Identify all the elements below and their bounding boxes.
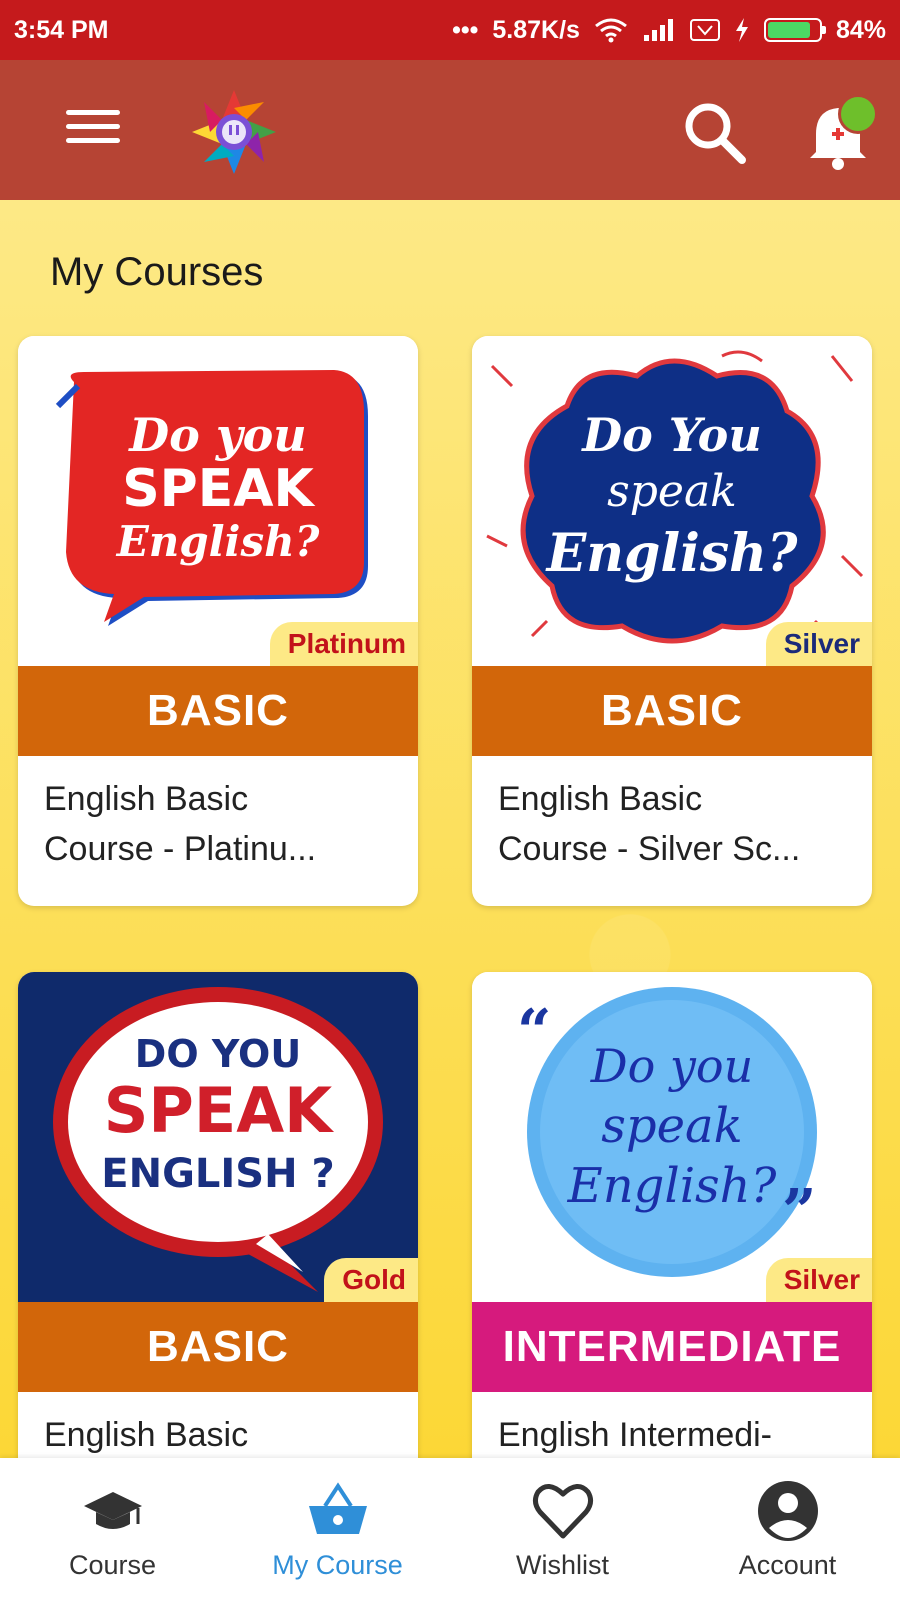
- course-card[interactable]: Do you SPEAK English? Platinum BASIC Eng…: [18, 336, 418, 906]
- charging-icon: [735, 18, 748, 42]
- course-name-line: English Basic: [44, 1416, 249, 1454]
- app-logo[interactable]: [190, 88, 278, 176]
- course-level-banner: BASIC: [18, 1302, 418, 1392]
- status-bar: 3:54 PM ••• 5.87K/s 84%: [0, 0, 900, 60]
- net-speed: 5.87K/s: [492, 15, 580, 44]
- tier-badge: Silver: [765, 1258, 872, 1302]
- course-name-line: English Basic: [44, 780, 249, 818]
- tier-badge-label: Silver: [783, 1264, 860, 1295]
- heart-icon: [532, 1483, 593, 1538]
- course-name: English Basic: [18, 1392, 418, 1458]
- page-title: My Courses: [50, 250, 264, 294]
- course-name-line: English Basic: [498, 780, 703, 818]
- art-text-line: Do you: [127, 408, 306, 462]
- course-name: English Basic Course - Silver Sc...: [472, 756, 872, 906]
- tier-badge: Silver: [765, 622, 872, 666]
- more-dots-icon: •••: [452, 15, 479, 44]
- course-name: English Basic Course - Platinu...: [18, 756, 418, 906]
- course-level-banner: BASIC: [18, 666, 418, 756]
- nav-label: Course: [68, 1549, 157, 1580]
- tier-badge: Platinum: [269, 622, 418, 666]
- tier-badge-label: Platinum: [287, 628, 406, 659]
- battery-percent: 84%: [835, 15, 886, 44]
- course-level-banner: INTERMEDIATE: [472, 1302, 872, 1392]
- graduation-cap-icon: [83, 1491, 142, 1529]
- notification-dot: [838, 94, 878, 134]
- menu-icon[interactable]: [66, 110, 126, 150]
- speech-bubble-image: DO YOU SPEAK ENGLISH ?: [53, 987, 383, 1292]
- nav-item-wishlist[interactable]: Wishlist: [450, 1458, 675, 1600]
- art-text-line: Do you: [590, 1039, 754, 1093]
- nav-item-my-course[interactable]: My Course: [225, 1458, 450, 1600]
- course-thumbnail: “ ” Do you speak English? Silver: [472, 972, 872, 1302]
- nav-label: Account: [738, 1549, 837, 1580]
- art-text-line: English?: [545, 523, 798, 584]
- volte-icon: [689, 19, 720, 41]
- art-text-line: speak: [601, 1098, 742, 1154]
- art-text-line: SPEAK: [104, 1074, 334, 1147]
- tier-badge-label: Silver: [783, 628, 860, 659]
- account-circle-icon: [757, 1480, 818, 1541]
- course-card[interactable]: DO YOU SPEAK ENGLISH ? Gold BASIC Englis…: [18, 972, 418, 1458]
- bottom-navigation: Course My Course Wishlist Account: [0, 1458, 900, 1600]
- main-content: My Courses Do you SPEAK English? Platinu…: [0, 200, 900, 1458]
- course-level-label: BASIC: [147, 686, 289, 735]
- nav-item-course[interactable]: Course: [0, 1458, 225, 1600]
- art-text-line: DO YOU: [135, 1032, 301, 1076]
- course-name-line: English Intermedi-: [498, 1416, 773, 1454]
- course-thumbnail: Do You speak English? Silver: [472, 336, 872, 666]
- course-level-label: BASIC: [601, 686, 743, 735]
- course-thumbnail: DO YOU SPEAK ENGLISH ? Gold: [18, 972, 418, 1302]
- notification-bell-icon[interactable]: [800, 94, 880, 174]
- nav-label: My Course: [272, 1549, 403, 1580]
- wifi-icon: [595, 18, 627, 43]
- course-thumbnail: Do you SPEAK English? Platinum: [18, 336, 418, 666]
- status-time: 3:54 PM: [14, 15, 109, 44]
- art-text-line: Do You: [580, 408, 762, 462]
- art-text-line: SPEAK: [122, 459, 315, 519]
- art-text-line: ENGLISH ?: [101, 1151, 334, 1197]
- course-card[interactable]: “ ” Do you speak English? Silver INTERME…: [472, 972, 872, 1458]
- art-text-line: speak: [607, 466, 737, 517]
- nav-label: Wishlist: [516, 1549, 609, 1580]
- speech-bubble-image: Do you SPEAK English?: [55, 370, 368, 626]
- tier-badge: Gold: [324, 1258, 418, 1302]
- art-text-line: English?: [116, 517, 320, 566]
- signal-icon: [643, 19, 673, 41]
- quote-mark-icon: ”: [782, 1177, 817, 1247]
- course-name-line: Course - Platinu...: [44, 830, 317, 868]
- course-level-label: INTERMEDIATE: [502, 1322, 842, 1371]
- course-card[interactable]: Do You speak English? Silver BASIC Engli…: [472, 336, 872, 906]
- status-icons: ••• 5.87K/s 84%: [452, 16, 886, 45]
- tier-badge-label: Gold: [342, 1264, 406, 1295]
- battery-icon: [763, 18, 826, 42]
- course-name-line: Course - Silver Sc...: [498, 830, 801, 868]
- course-name: English Intermedi-: [472, 1392, 872, 1458]
- cloud-bubble-image: Do You speak English?: [486, 350, 864, 644]
- circle-splash-image: “ ” Do you speak English?: [517, 987, 817, 1277]
- nav-item-account[interactable]: Account: [675, 1458, 900, 1600]
- quote-mark-icon: “: [517, 997, 552, 1067]
- course-level-banner: BASIC: [472, 666, 872, 756]
- shopping-basket-icon: [308, 1481, 367, 1534]
- search-icon[interactable]: [680, 98, 750, 168]
- course-level-label: BASIC: [147, 1322, 289, 1371]
- art-text-line: English?: [567, 1158, 777, 1214]
- app-bar: [0, 60, 900, 200]
